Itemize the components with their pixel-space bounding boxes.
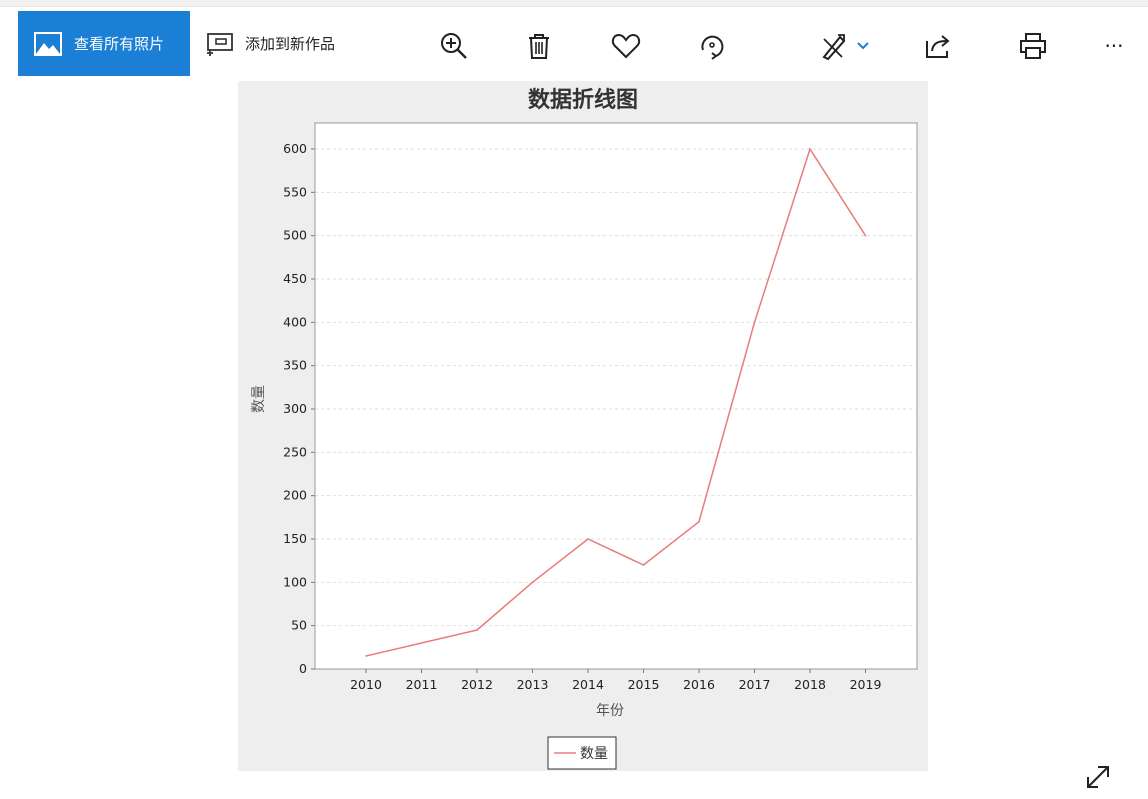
y-tick-label: 200 — [283, 488, 307, 503]
add-to-new-creation-button[interactable]: 添加到新作品 — [205, 11, 335, 76]
x-tick-label: 2010 — [350, 677, 382, 692]
y-tick-label: 50 — [291, 618, 307, 633]
legend-label: 数量 — [580, 746, 608, 762]
view-all-photos-label: 查看所有照片 — [74, 35, 165, 53]
line-chart: 数据折线图 0 50 100 150 200 250 300 350 400 450 500 550 6… — [251, 87, 918, 770]
expand-icon[interactable] — [1083, 762, 1113, 792]
data-point — [698, 520, 700, 523]
x-tick-label: 2013 — [517, 677, 549, 692]
photos-icon — [34, 31, 62, 56]
favorite-icon[interactable] — [610, 30, 642, 62]
data-point — [864, 234, 867, 237]
data-point — [531, 581, 534, 584]
x-tick-label: 2014 — [572, 677, 604, 692]
data-point — [587, 538, 589, 540]
data-point — [476, 629, 478, 631]
more-glyph: ··· — [1104, 34, 1124, 58]
x-tick-label: 2011 — [406, 677, 438, 692]
rotate-icon[interactable] — [696, 30, 728, 62]
chart-image: 数据折线图 0 50 100 150 200 250 300 350 400 450 500 550 6… — [238, 81, 928, 771]
print-icon[interactable] — [1017, 30, 1049, 62]
legend: 数量 — [547, 736, 617, 770]
y-tick-label: 500 — [283, 228, 307, 243]
y-tick-label: 400 — [283, 314, 307, 329]
x-axis-label: 年份 — [596, 703, 624, 719]
y-tick-label: 550 — [283, 184, 307, 199]
x-tick-label: 2016 — [683, 677, 715, 692]
data-point — [809, 148, 811, 150]
y-tick-label: 250 — [283, 444, 307, 459]
x-tick-label: 2019 — [850, 677, 882, 692]
plot-area — [314, 122, 918, 670]
y-tick-label: 600 — [283, 141, 307, 156]
view-all-photos-button[interactable]: 查看所有照片 — [18, 11, 190, 76]
y-axis-ticks: 0 50 100 150 200 250 300 350 400 450 500 550 600 — [283, 141, 315, 676]
edit-icon[interactable] — [818, 30, 874, 62]
data-point — [420, 642, 423, 644]
y-tick-label: 100 — [283, 574, 307, 589]
more-icon[interactable]: ··· — [1098, 30, 1130, 62]
data-point — [642, 564, 645, 566]
y-tick-label: 350 — [283, 358, 307, 373]
delete-icon[interactable] — [523, 30, 555, 62]
zoom-in-icon[interactable] — [438, 30, 470, 62]
x-tick-label: 2012 — [461, 677, 493, 692]
add-to-new-creation-label: 添加到新作品 — [245, 35, 336, 53]
y-tick-label: 450 — [283, 271, 307, 286]
y-tick-label: 0 — [299, 661, 307, 676]
y-axis-label: 数量 — [251, 385, 267, 413]
chart-title: 数据折线图 — [528, 87, 638, 113]
x-tick-label: 2015 — [628, 677, 660, 692]
data-point — [365, 655, 367, 657]
add-creation-icon — [205, 29, 235, 59]
y-tick-label: 300 — [283, 401, 307, 416]
x-axis-ticks: 2010 2011 2012 2013 2014 2015 2016 2017 2018 2019 — [350, 669, 881, 692]
photo-toolbar: 查看所有照片 添加到新作品 ··· — [0, 8, 1148, 78]
share-icon[interactable] — [922, 30, 954, 62]
data-point — [753, 321, 756, 324]
window-top-edge — [0, 0, 1148, 7]
x-tick-label: 2018 — [794, 677, 826, 692]
x-tick-label: 2017 — [739, 677, 771, 692]
y-tick-label: 150 — [283, 531, 307, 546]
